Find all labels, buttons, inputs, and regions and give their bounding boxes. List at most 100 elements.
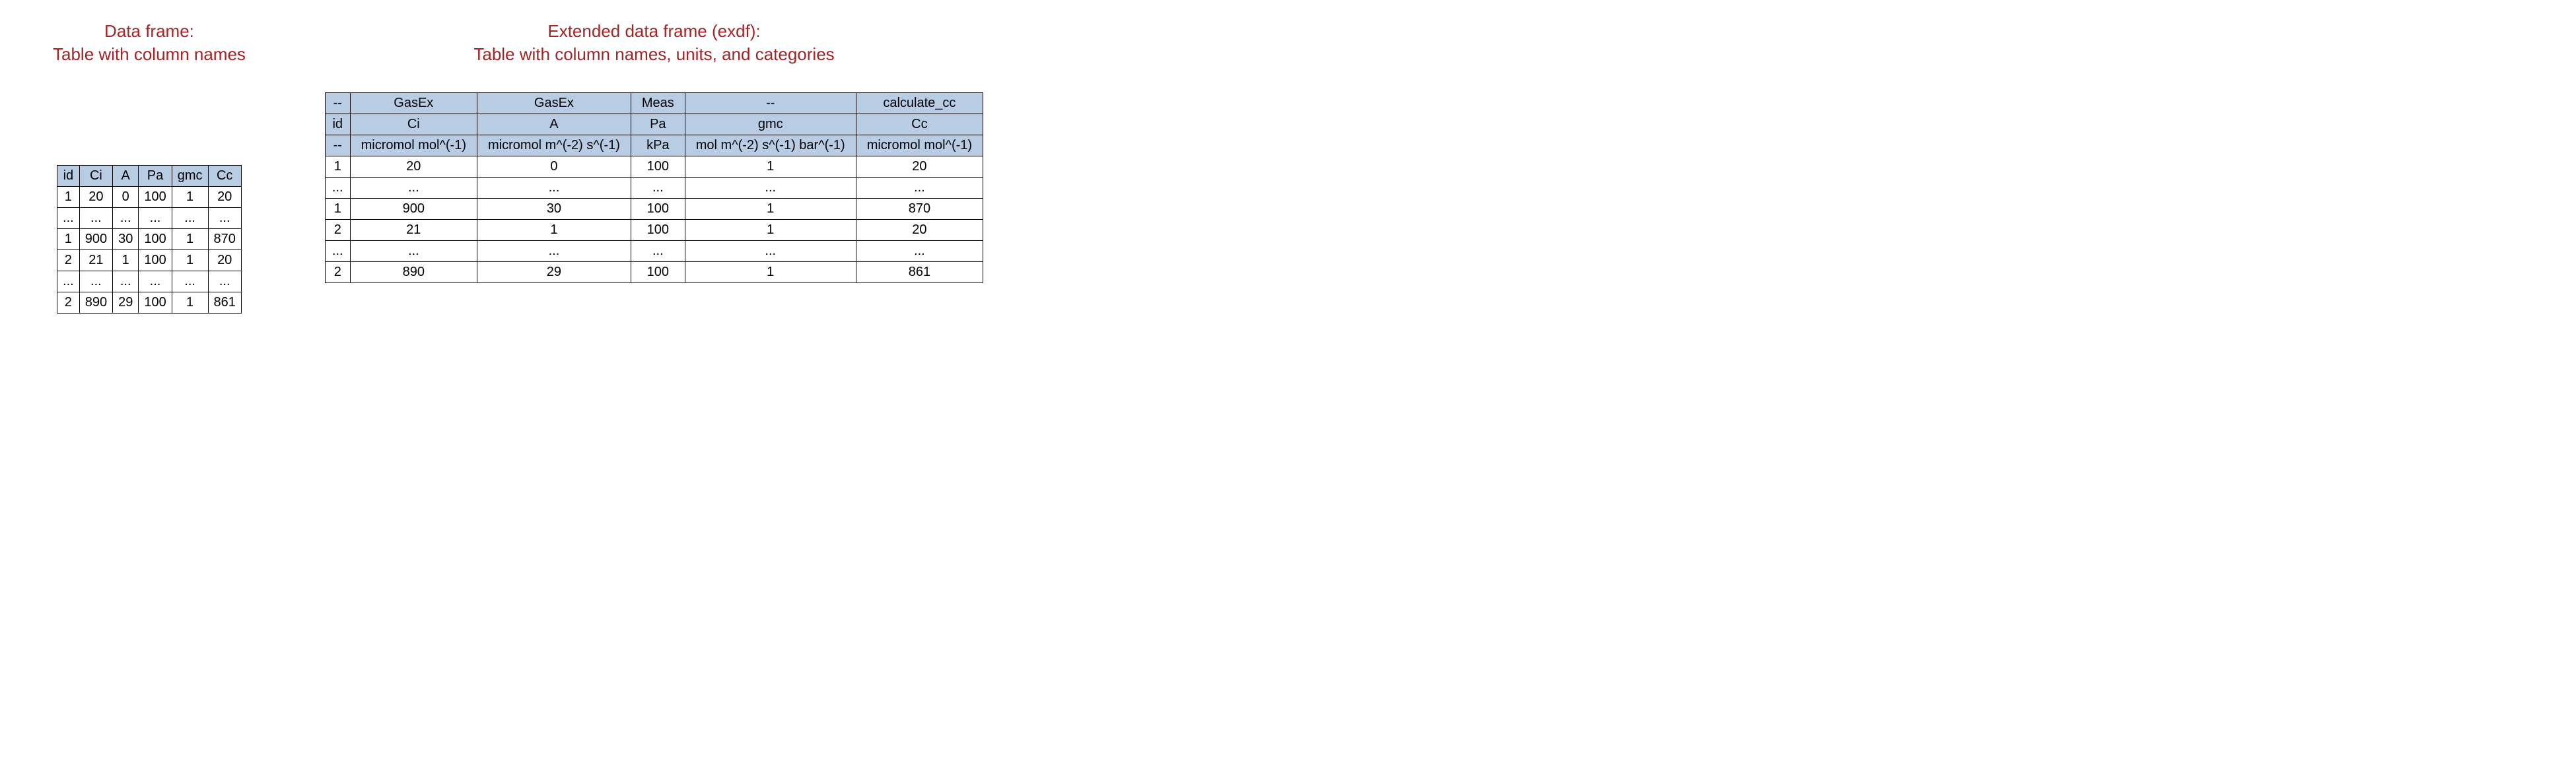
- cell: 2: [57, 292, 80, 314]
- cell: 20: [208, 187, 241, 208]
- df-header-row: id Ci A Pa gmc Cc: [57, 166, 242, 187]
- exdf-unit: mol m^(-2) s^(-1) bar^(-1): [685, 135, 856, 156]
- cell: 1: [325, 156, 350, 178]
- exdf-unit: micromol mol^(-1): [856, 135, 983, 156]
- cell: 861: [856, 262, 983, 283]
- cell: 1: [685, 262, 856, 283]
- cell: 30: [477, 199, 631, 220]
- table-row: 2 21 1 100 1 20: [57, 250, 242, 271]
- cell: ...: [208, 208, 241, 229]
- cell: 1: [57, 187, 80, 208]
- cell: 20: [856, 156, 983, 178]
- cell: ...: [325, 178, 350, 199]
- cell: 1: [172, 187, 208, 208]
- df-header: Ci: [79, 166, 112, 187]
- cell: 2: [325, 220, 350, 241]
- cell: ...: [79, 271, 112, 292]
- exdf-name: gmc: [685, 114, 856, 135]
- table-row: ... ... ... ... ... ...: [325, 178, 983, 199]
- df-header: gmc: [172, 166, 208, 187]
- cell: ...: [685, 178, 856, 199]
- table-row: 2 890 29 100 1 861: [325, 262, 983, 283]
- exdf-table: -- GasEx GasEx Meas -- calculate_cc id C…: [325, 92, 983, 283]
- cell: 2: [325, 262, 350, 283]
- df-header: Cc: [208, 166, 241, 187]
- cell: ...: [208, 271, 241, 292]
- cell: 1: [685, 220, 856, 241]
- cell: ...: [139, 271, 172, 292]
- cell: 1: [172, 292, 208, 314]
- exdf-category: calculate_cc: [856, 93, 983, 114]
- left-panel: Data frame: Table with column names id C…: [53, 20, 246, 314]
- cell: 1: [172, 250, 208, 271]
- cell: 900: [350, 199, 477, 220]
- exdf-name: Ci: [350, 114, 477, 135]
- cell: 890: [350, 262, 477, 283]
- exdf-unit: micromol m^(-2) s^(-1): [477, 135, 631, 156]
- cell: 1: [685, 156, 856, 178]
- cell: 1: [325, 199, 350, 220]
- table-row: ... ... ... ... ... ...: [325, 241, 983, 262]
- table-row: 1 20 0 100 1 20: [57, 187, 242, 208]
- df-header: A: [113, 166, 139, 187]
- cell: 100: [631, 220, 685, 241]
- cell: ...: [477, 241, 631, 262]
- cell: 20: [856, 220, 983, 241]
- table-row: 1 900 30 100 1 870: [57, 229, 242, 250]
- exdf-category: Meas: [631, 93, 685, 114]
- cell: ...: [477, 178, 631, 199]
- cell: 900: [79, 229, 112, 250]
- cell: 2: [57, 250, 80, 271]
- cell: 1: [57, 229, 80, 250]
- exdf-name: Pa: [631, 114, 685, 135]
- cell: ...: [57, 271, 80, 292]
- cell: ...: [172, 271, 208, 292]
- cell: ...: [57, 208, 80, 229]
- cell: 21: [79, 250, 112, 271]
- exdf-name-row: id Ci A Pa gmc Cc: [325, 114, 983, 135]
- cell: 21: [350, 220, 477, 241]
- cell: 0: [477, 156, 631, 178]
- cell: 890: [79, 292, 112, 314]
- cell: 1: [172, 229, 208, 250]
- cell: 29: [477, 262, 631, 283]
- table-row: ... ... ... ... ... ...: [57, 208, 242, 229]
- exdf-category: GasEx: [350, 93, 477, 114]
- cell: ...: [79, 208, 112, 229]
- cell: ...: [325, 241, 350, 262]
- cell: ...: [172, 208, 208, 229]
- exdf-category-row: -- GasEx GasEx Meas -- calculate_cc: [325, 93, 983, 114]
- exdf-unit: kPa: [631, 135, 685, 156]
- cell: ...: [856, 178, 983, 199]
- dataframe-table: id Ci A Pa gmc Cc 1 20 0 100 1 20: [57, 165, 242, 314]
- cell: ...: [631, 241, 685, 262]
- cell: 100: [631, 262, 685, 283]
- comparison-container: Data frame: Table with column names id C…: [53, 20, 2523, 314]
- cell: ...: [113, 271, 139, 292]
- cell: 100: [631, 199, 685, 220]
- cell: 100: [139, 250, 172, 271]
- table-row: 1 900 30 100 1 870: [325, 199, 983, 220]
- cell: ...: [856, 241, 983, 262]
- cell: ...: [350, 178, 477, 199]
- exdf-name: Cc: [856, 114, 983, 135]
- cell: 29: [113, 292, 139, 314]
- df-header: id: [57, 166, 80, 187]
- exdf-unit-row: -- micromol mol^(-1) micromol m^(-2) s^(…: [325, 135, 983, 156]
- cell: 100: [631, 156, 685, 178]
- cell: 20: [208, 250, 241, 271]
- cell: ...: [631, 178, 685, 199]
- cell: 1: [685, 199, 856, 220]
- table-row: 2 21 1 100 1 20: [325, 220, 983, 241]
- right-title: Extended data frame (exdf): Table with c…: [473, 20, 834, 66]
- df-header: Pa: [139, 166, 172, 187]
- cell: 100: [139, 292, 172, 314]
- cell: ...: [113, 208, 139, 229]
- right-panel: Extended data frame (exdf): Table with c…: [325, 20, 983, 283]
- table-row: ... ... ... ... ... ...: [57, 271, 242, 292]
- exdf-category: GasEx: [477, 93, 631, 114]
- cell: 20: [79, 187, 112, 208]
- exdf-name: id: [325, 114, 350, 135]
- cell: 861: [208, 292, 241, 314]
- cell: 20: [350, 156, 477, 178]
